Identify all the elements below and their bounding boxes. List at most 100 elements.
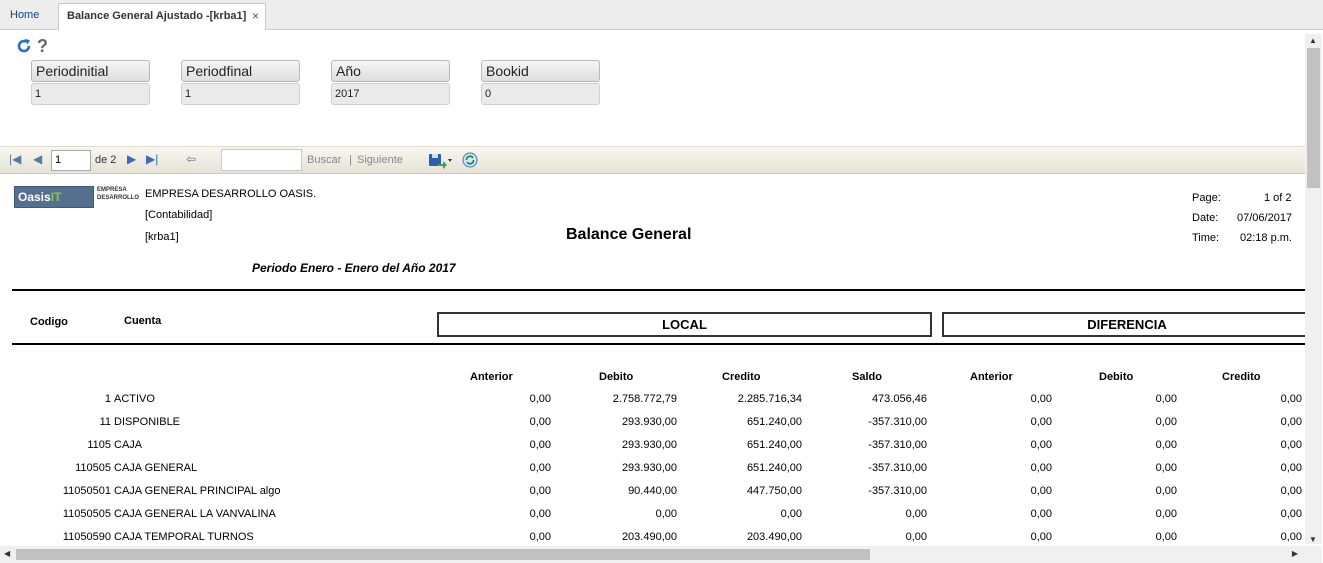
row-value: 0,00	[905, 531, 927, 543]
tab-bar: Home Balance General Ajustado -[krba1] ×	[0, 0, 1323, 30]
row-value: 0,00	[529, 416, 551, 428]
time-value: 02:18 p.m.	[1240, 232, 1292, 244]
find-input[interactable]	[221, 149, 302, 171]
row-value: 203.490,00	[746, 531, 802, 543]
row-account: CAJA	[114, 439, 143, 451]
row-value: 0,00	[1155, 485, 1177, 497]
export-icon[interactable]	[428, 153, 452, 169]
refresh-report-icon[interactable]	[462, 152, 478, 168]
row-value: 293.930,00	[621, 439, 677, 451]
row-value: 0,00	[529, 393, 551, 405]
close-icon[interactable]: ×	[252, 4, 259, 29]
refresh-icon[interactable]	[16, 38, 32, 54]
row-value: 0,00	[1280, 416, 1302, 428]
page-number-input[interactable]: 1	[51, 150, 91, 171]
scroll-up-icon[interactable]: ▲	[1309, 36, 1317, 45]
col-debito-local: Debito	[599, 371, 634, 383]
row-code: 1	[104, 393, 111, 405]
tab-balance-general[interactable]: Balance General Ajustado -[krba1] ×	[58, 3, 266, 30]
row-value: 651.240,00	[746, 439, 802, 451]
report-toolbar: |◀ ◀ 1 de 2 ▶ ▶| ⇦ Buscar | Siguiente	[0, 146, 1305, 174]
row-value: 0,00	[1155, 531, 1177, 543]
col-cuenta: Cuenta	[124, 315, 162, 327]
row-value: 0,00	[780, 508, 802, 520]
scroll-right-icon[interactable]: ▶	[1292, 549, 1298, 558]
page-count: de 2	[95, 154, 117, 166]
table-row: 11 DISPONIBLE 0,00 293.930,00 651.240,00 -357…	[0, 416, 1305, 439]
param-periodfinal-field[interactable]: 1	[181, 83, 300, 105]
row-value: 293.930,00	[621, 416, 677, 428]
param-periodinitial-field[interactable]: 1	[31, 83, 150, 105]
row-value: 0,00	[1280, 531, 1302, 543]
tab-balance-general-label: Balance General Ajustado -[krba1]	[67, 10, 247, 22]
company-logo: OasisIT	[14, 186, 94, 208]
row-value: 2.758.772,79	[612, 393, 677, 405]
table-row: 110505 CAJA GENERAL 0,00 293.930,00 651.240,…	[0, 462, 1305, 485]
row-value: 0,00	[1280, 439, 1302, 451]
report-viewer: OasisIT EMPRESA DESARROLLO EMPRESA DESARR…	[0, 175, 1305, 547]
row-value: 0,00	[1030, 531, 1052, 543]
row-account: CAJA GENERAL	[114, 462, 198, 474]
find-next-link[interactable]: Siguiente	[357, 154, 403, 166]
col-anterior-local: Anterior	[470, 371, 513, 383]
row-code: 1105	[87, 439, 111, 451]
row-value: 0,00	[1155, 416, 1177, 428]
first-page-icon[interactable]: |◀	[9, 152, 21, 166]
table-row: 1105 CAJA 0,00 293.930,00 651.240,00 -357.310…	[0, 439, 1305, 462]
row-code: 11050505	[62, 508, 111, 520]
row-value: 0,00	[1155, 462, 1177, 474]
row-value: 0,00	[1030, 439, 1052, 451]
row-value: 0,00	[529, 439, 551, 451]
horizontal-scrollbar[interactable]: ◀ ▶	[0, 546, 1305, 563]
row-value: 0,00	[1030, 508, 1052, 520]
row-value: 293.930,00	[621, 462, 677, 474]
col-anterior-diff: Anterior	[970, 371, 1013, 383]
last-page-icon[interactable]: ▶|	[146, 152, 158, 166]
row-value: -357.310,00	[868, 485, 927, 497]
row-value: 0,00	[1030, 462, 1052, 474]
row-value: 0,00	[1280, 508, 1302, 520]
param-periodinitial-label: Periodinitial	[31, 60, 150, 82]
col-debito-diff: Debito	[1099, 371, 1134, 383]
row-value: 0,00	[1030, 393, 1052, 405]
row-value: 0,00	[655, 508, 677, 520]
group-local: LOCAL	[437, 312, 932, 337]
main-area: ? Periodinitial 1 Periodfinal 1 Año 2017…	[0, 30, 1323, 563]
next-page-icon[interactable]: ▶	[127, 152, 136, 166]
vertical-scrollbar[interactable]: ▲ ▼	[1305, 34, 1322, 544]
row-value: 2.285.716,34	[737, 393, 802, 405]
scroll-left-icon[interactable]: ◀	[4, 549, 10, 558]
param-bookid-field[interactable]: 0	[481, 83, 600, 105]
param-ano-field[interactable]: 2017	[331, 83, 450, 105]
find-link[interactable]: Buscar	[307, 154, 341, 166]
row-code: 11	[99, 416, 111, 428]
row-code: 11050590	[62, 531, 111, 543]
report-period: Periodo Enero - Enero del Año 2017	[252, 261, 456, 275]
row-value: 0,00	[1030, 416, 1052, 428]
row-value: 90.440,00	[628, 485, 677, 497]
tab-home[interactable]: Home	[2, 3, 47, 30]
col-codigo: Codigo	[30, 316, 68, 328]
header-rule-bottom	[12, 343, 1305, 345]
row-value: 0,00	[1280, 462, 1302, 474]
row-value: 0,00	[529, 508, 551, 520]
row-value: 447.750,00	[746, 485, 802, 497]
row-value: 0,00	[529, 462, 551, 474]
row-value: 0,00	[529, 531, 551, 543]
col-credito-diff: Credito	[1222, 371, 1261, 383]
param-periodfinal-label: Periodfinal	[181, 60, 300, 82]
row-code: 11050501	[62, 485, 111, 497]
vertical-scroll-thumb[interactable]	[1307, 48, 1320, 188]
scrollbar-corner	[1305, 546, 1322, 563]
back-icon[interactable]: ⇦	[186, 152, 196, 166]
table-row: 11050501 CAJA GENERAL PRINCIPAL algo 0,00 9…	[0, 485, 1305, 508]
group-diferencia: DIFERENCIA	[942, 312, 1305, 337]
scroll-down-icon[interactable]: ▼	[1309, 535, 1317, 544]
date-value: 07/06/2017	[1237, 212, 1293, 224]
row-value: -357.310,00	[868, 416, 927, 428]
param-ano-label: Año	[331, 60, 450, 82]
previous-page-icon[interactable]: ◀	[33, 152, 42, 166]
horizontal-scroll-thumb[interactable]	[16, 549, 870, 560]
help-icon[interactable]: ?	[37, 36, 48, 57]
header-rule-top	[12, 289, 1305, 291]
